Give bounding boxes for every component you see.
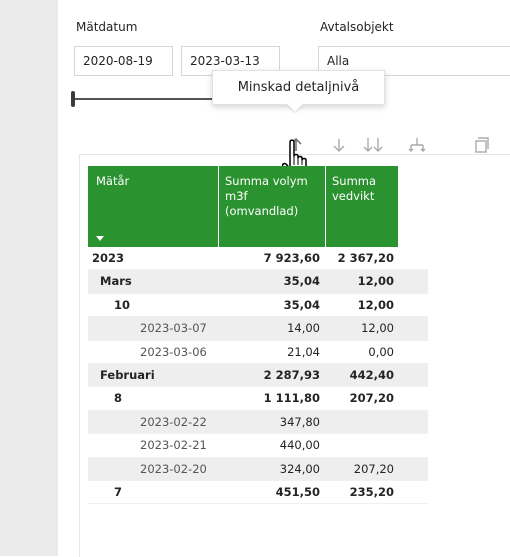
drill-down-icon[interactable] — [328, 134, 350, 156]
row-label: 2023-02-20 — [140, 461, 207, 476]
column-header-label: Mätår — [96, 174, 130, 188]
row-label: 2023 — [92, 251, 125, 265]
vedvikt-value — [326, 434, 398, 456]
row-label: Mars — [100, 274, 132, 289]
table-row[interactable]: 7 451,50 235,20 — [88, 481, 428, 505]
column-header-summa-vedvikt[interactable]: Summa vedvikt — [326, 166, 398, 247]
table-header-row: Mätår Summa volym m3f (omvandlad) Summa … — [88, 166, 428, 247]
volym-value: 14,00 — [287, 321, 320, 336]
avtalsobjekt-label: Avtalsobjekt — [320, 20, 394, 34]
column-header-matar[interactable]: Mätår — [88, 166, 219, 247]
focus-mode-icon[interactable] — [470, 134, 492, 156]
volym-value: 1 111,80 — [263, 391, 320, 406]
volym-value: 35,04 — [283, 274, 320, 289]
table-row[interactable]: 2023-03-07 14,00 12,00 — [88, 317, 428, 341]
expand-next-level-icon[interactable] — [360, 134, 383, 156]
row-label: 7 — [114, 484, 123, 499]
table-row[interactable]: 2023-02-22 347,80 — [88, 410, 428, 435]
expand-all-icon[interactable] — [406, 134, 428, 156]
row-label: 8 — [114, 391, 123, 406]
sort-descending-icon — [96, 236, 104, 241]
table-row[interactable]: 2023-03-06 21,04 0,00 — [88, 341, 428, 364]
vedvikt-value: 207,20 — [349, 391, 394, 406]
row-label: 2023-02-21 — [140, 438, 207, 453]
column-header-summa-volym[interactable]: Summa volym m3f (omvandlad) — [219, 166, 326, 247]
volym-value: 347,80 — [279, 414, 320, 429]
vedvikt-value: 12,00 — [357, 297, 394, 312]
matrix-table: Mätår Summa volym m3f (omvandlad) Summa … — [88, 166, 428, 505]
vedvikt-value: 442,40 — [349, 367, 394, 382]
row-label: 2023-03-07 — [140, 321, 207, 336]
row-label: Februari — [100, 367, 155, 382]
vedvikt-value: 12,00 — [361, 321, 394, 336]
volym-value: 35,04 — [283, 297, 320, 312]
left-panel-strip — [0, 0, 58, 556]
column-header-label: Summa vedvikt — [332, 174, 377, 203]
table-row[interactable]: 2023-02-21 440,00 — [88, 434, 428, 458]
volym-value: 21,04 — [287, 344, 320, 359]
table-row[interactable]: Februari 2 287,93 442,40 — [88, 363, 428, 388]
volym-value: 7 923,60 — [263, 251, 320, 265]
vedvikt-value: 207,20 — [353, 461, 394, 476]
vedvikt-value: 235,20 — [349, 484, 394, 499]
table-row[interactable]: Mars 35,04 12,00 — [88, 270, 428, 294]
start-date-field[interactable]: 2020-08-19 — [74, 46, 173, 76]
row-label: 10 — [114, 297, 131, 312]
vedvikt-value: 12,00 — [357, 274, 394, 289]
volym-value: 2 287,93 — [263, 367, 320, 382]
tooltip-arrow — [287, 104, 303, 112]
table-row[interactable]: 2023-02-20 324,00 207,20 — [88, 457, 428, 481]
table-row[interactable]: 10 35,04 12,00 — [88, 294, 428, 318]
table-row[interactable]: 8 1 111,80 207,20 — [88, 387, 428, 411]
row-label: 2023-03-06 — [140, 344, 207, 359]
vedvikt-value — [326, 411, 398, 433]
column-header-label: Summa volym m3f (omvandlad) — [225, 174, 308, 218]
vedvikt-value: 2 367,20 — [337, 251, 394, 265]
vedvikt-value: 0,00 — [368, 344, 394, 359]
volym-value: 451,50 — [275, 484, 320, 499]
volym-value: 440,00 — [279, 438, 320, 453]
matdatum-label: Mätdatum — [76, 20, 138, 34]
tooltip: Minskad detaljnivå — [212, 70, 385, 105]
row-label: 2023-02-22 — [140, 414, 207, 429]
table-body: 2023 7 923,60 2 367,20 Mars 35,04 12,00 10 35,0… — [88, 247, 428, 505]
slider-handle-start[interactable] — [71, 91, 75, 107]
table-row[interactable]: 2023 7 923,60 2 367,20 — [88, 247, 428, 271]
volym-value: 324,00 — [279, 461, 320, 476]
